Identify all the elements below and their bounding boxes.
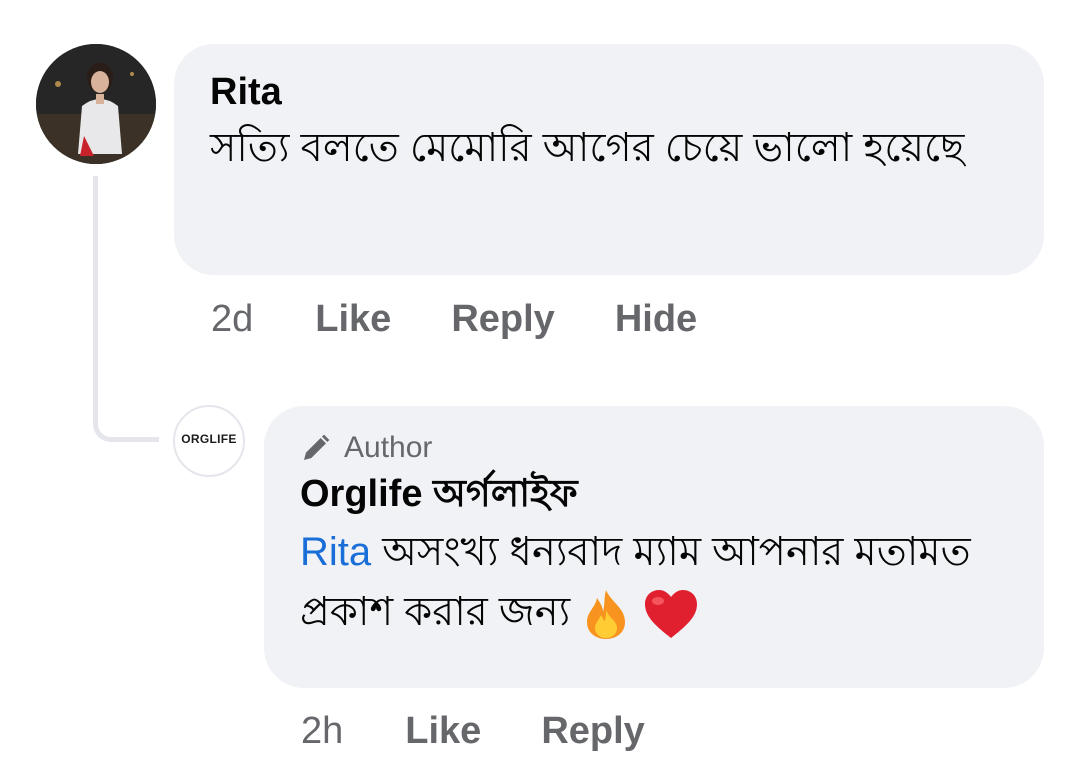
reply-author-name[interactable]: Orglife অর্গলাইফ [300,472,1008,516]
pen-icon [304,434,330,460]
reply-text-block: Rita অসংখ্য ধন্যবাদ ম্যাম আপনার মতামত প্… [300,522,1008,642]
avatar-photo [36,44,156,164]
fire-emoji [587,590,626,640]
like-button[interactable]: Like [315,298,391,341]
author-badge-label: Author [344,431,433,464]
mention-link[interactable]: Rita [300,530,371,574]
thread-connector-line [93,176,159,442]
reply-button[interactable]: Reply [451,298,554,341]
logo-tagline [209,447,210,451]
avatar-rita[interactable] [36,44,156,164]
comment-actions: 2d Like Reply Hide [211,298,757,341]
comment-author-name[interactable]: Rita [210,70,1008,114]
avatar-orglife[interactable]: ORGLIFE [173,405,245,477]
reply-button[interactable]: Reply [541,710,644,753]
red-heart-emoji [645,590,698,639]
reply-timestamp[interactable]: 2h [301,710,343,753]
hide-button[interactable]: Hide [615,298,697,341]
like-button[interactable]: Like [405,710,481,753]
comment-text: সত্যি বলতে মেমোরি আগের চেয়ে ভালো হয়েছে [210,126,965,170]
reply-actions: 2h Like Reply [301,710,705,753]
orglife-logo: ORGLIFE [181,431,237,446]
reply-bubble: Author Orglife অর্গলাইফ Rita অসংখ্য ধন্য… [264,406,1044,688]
author-badge: Author [300,430,1008,466]
reply-text: অসংখ্য ধন্যবাদ ম্যাম আপনার মতামত প্রকাশ … [300,530,971,634]
comment-timestamp[interactable]: 2d [211,298,253,341]
comment-bubble: Rita সত্যি বলতে মেমোরি আগের চেয়ে ভালো হ… [174,44,1044,275]
